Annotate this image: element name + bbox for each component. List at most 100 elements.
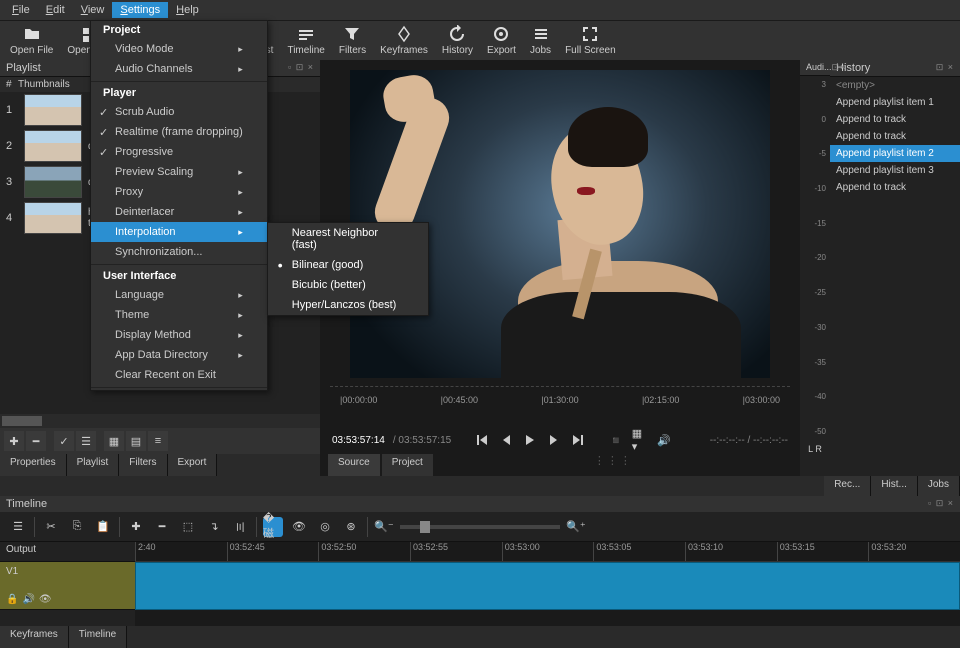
tab-source[interactable]: Source (328, 454, 380, 476)
zoom-fit-icon[interactable]: ◾ (608, 432, 624, 448)
export-button[interactable]: Export (481, 23, 522, 58)
menu-item-realtime-frame-dropping-[interactable]: Realtime (frame dropping) (91, 122, 267, 142)
menu-help[interactable]: Help (168, 2, 207, 18)
snap-icon[interactable]: �磁 (263, 517, 283, 537)
check-icon[interactable]: ✓ (54, 431, 74, 451)
cut-icon[interactable]: ✂ (41, 517, 61, 537)
jobs-button[interactable]: Jobs (524, 23, 557, 58)
history-item[interactable]: Append playlist item 1 (830, 94, 960, 111)
next-frame-icon[interactable] (546, 432, 562, 448)
submenu-item-bicubic-better-[interactable]: Bicubic (better) (268, 275, 428, 295)
tab-project[interactable]: Project (382, 454, 433, 476)
timeline-ruler[interactable]: 2:4003:52:4503:52:5003:52:5503:53:0003:5… (135, 542, 960, 562)
panel-controls-icon[interactable]: ▫ ⊡ × (288, 62, 314, 74)
zoom-slider[interactable] (400, 525, 560, 529)
history-list: <empty>Append playlist item 1Append to t… (830, 77, 960, 196)
submenu-item-bilinear-good-[interactable]: Bilinear (good) (268, 255, 428, 275)
menu-item-scrub-audio[interactable]: Scrub Audio (91, 102, 267, 122)
meter-lr-label: L R (800, 444, 830, 454)
tab-Rec[interactable]: Rec... (824, 476, 871, 496)
menu-item-app-data-directory[interactable]: App Data Directory (91, 345, 267, 365)
tiles-view-icon[interactable]: ▤ (126, 431, 146, 451)
timecode-current[interactable]: 03:53:57:14 (332, 435, 385, 446)
mute-icon[interactable]: 🔊 (22, 594, 34, 605)
ripple-all-icon[interactable]: ⊛ (341, 517, 361, 537)
history-item[interactable]: Append playlist item 2 (830, 145, 960, 162)
submenu-item-hyper-lanczos-best-[interactable]: Hyper/Lanczos (best) (268, 295, 428, 315)
history-button[interactable]: History (436, 23, 479, 58)
tab-Jobs[interactable]: Jobs (918, 476, 960, 496)
transport-bar: 03:53:57:14 / 03:53:57:15 ◾ ▦ ▾ 🔊 --:--:… (320, 426, 800, 454)
menu-item-theme[interactable]: Theme (91, 305, 267, 325)
menu-item-display-method[interactable]: Display Method (91, 325, 267, 345)
grid-view-icon[interactable]: ▦ (104, 431, 124, 451)
grid-icon[interactable]: ▦ ▾ (632, 432, 648, 448)
menu-view[interactable]: View (73, 2, 113, 18)
tab-export[interactable]: Export (168, 454, 218, 476)
menu-settings[interactable]: Settings (112, 2, 168, 18)
keyframes-button[interactable]: Keyframes (374, 23, 434, 58)
full-screen-button[interactable]: Full Screen (559, 23, 622, 58)
submenu-item-nearest-neighbor-fast-[interactable]: Nearest Neighbor (fast) (268, 223, 428, 255)
paste-icon[interactable]: 📋 (93, 517, 113, 537)
video-clip[interactable] (135, 562, 960, 610)
lock-icon[interactable]: 🔒 (6, 594, 18, 605)
history-item[interactable]: Append playlist item 3 (830, 162, 960, 179)
skip-end-icon[interactable] (570, 432, 586, 448)
timeline-footer-tabs: KeyframesTimeline (0, 626, 960, 648)
history-item[interactable]: Append to track (830, 111, 960, 128)
menu-file[interactable]: File (4, 2, 38, 18)
playlist-title: Playlist (6, 62, 41, 74)
tab-playlist[interactable]: Playlist (67, 454, 120, 476)
tab-timeline[interactable]: Timeline (69, 626, 127, 648)
remove-icon[interactable]: ━ (26, 431, 46, 451)
open-file-button[interactable]: Open File (4, 23, 59, 58)
split-icon[interactable]: 〣 (230, 517, 250, 537)
play-icon[interactable] (522, 432, 538, 448)
menu-item-interpolation[interactable]: InterpolationNearest Neighbor (fast)Bili… (91, 222, 267, 242)
tab-filters[interactable]: Filters (119, 454, 167, 476)
zoom-in-icon[interactable]: 🔍⁺ (566, 517, 586, 537)
timeline-tracks: Output V1 🔒 🔊 👁 2:4003:52:4503:52:5003:5… (0, 542, 960, 626)
add-icon[interactable]: ✚ (4, 431, 24, 451)
v1-track-head[interactable]: V1 🔒 🔊 👁 (0, 562, 135, 610)
playlist-hscroll[interactable] (0, 414, 320, 428)
scrub-icon[interactable]: 👁 (289, 517, 309, 537)
overwrite-icon[interactable]: ↴ (204, 517, 224, 537)
ripple-icon[interactable]: ◎ (315, 517, 335, 537)
menu-edit[interactable]: Edit (38, 2, 73, 18)
detail-view-icon[interactable]: ≡ (148, 431, 168, 451)
scrub-bar[interactable]: |00:00:00|00:45:00|01:30:00|02:15:00|03:… (330, 386, 790, 426)
tab-Hist[interactable]: Hist... (871, 476, 918, 496)
menu-item-synchronization-[interactable]: Synchronization... (91, 242, 267, 262)
playlist-tabs: PropertiesPlaylistFiltersExport (0, 454, 320, 476)
menu-item-progressive[interactable]: Progressive (91, 142, 267, 162)
prev-frame-icon[interactable] (498, 432, 514, 448)
filters-button[interactable]: Filters (333, 23, 372, 58)
menu-item-deinterlacer[interactable]: Deinterlacer (91, 202, 267, 222)
skip-start-icon[interactable] (474, 432, 490, 448)
tab-properties[interactable]: Properties (0, 454, 67, 476)
zoom-out-icon[interactable]: 🔍⁻ (374, 517, 394, 537)
lift-icon[interactable]: ⬚ (178, 517, 198, 537)
tab-keyframes[interactable]: Keyframes (0, 626, 69, 648)
history-item[interactable]: <empty> (830, 77, 960, 94)
list-view-icon[interactable]: ☰ (76, 431, 96, 451)
append-icon[interactable]: ✚ (126, 517, 146, 537)
copy-icon[interactable]: ⎘ (67, 517, 87, 537)
menu-item-proxy[interactable]: Proxy (91, 182, 267, 202)
output-track-head[interactable]: Output (0, 542, 135, 562)
menu-item-clear-recent-on-exit[interactable]: Clear Recent on Exit (91, 365, 267, 385)
menubar: FileEditViewSettingsHelp (0, 0, 960, 20)
menu-icon[interactable]: ☰ (8, 517, 28, 537)
menu-item-preview-scaling[interactable]: Preview Scaling (91, 162, 267, 182)
history-item[interactable]: Append to track (830, 179, 960, 196)
history-item[interactable]: Append to track (830, 128, 960, 145)
menu-item-video-mode[interactable]: Video Mode (91, 39, 267, 59)
timeline-button[interactable]: Timeline (281, 23, 330, 58)
hide-icon[interactable]: 👁 (39, 594, 52, 605)
menu-item-language[interactable]: Language (91, 285, 267, 305)
menu-item-audio-channels[interactable]: Audio Channels (91, 59, 267, 79)
volume-icon[interactable]: 🔊 (656, 432, 672, 448)
delete-icon[interactable]: ━ (152, 517, 172, 537)
